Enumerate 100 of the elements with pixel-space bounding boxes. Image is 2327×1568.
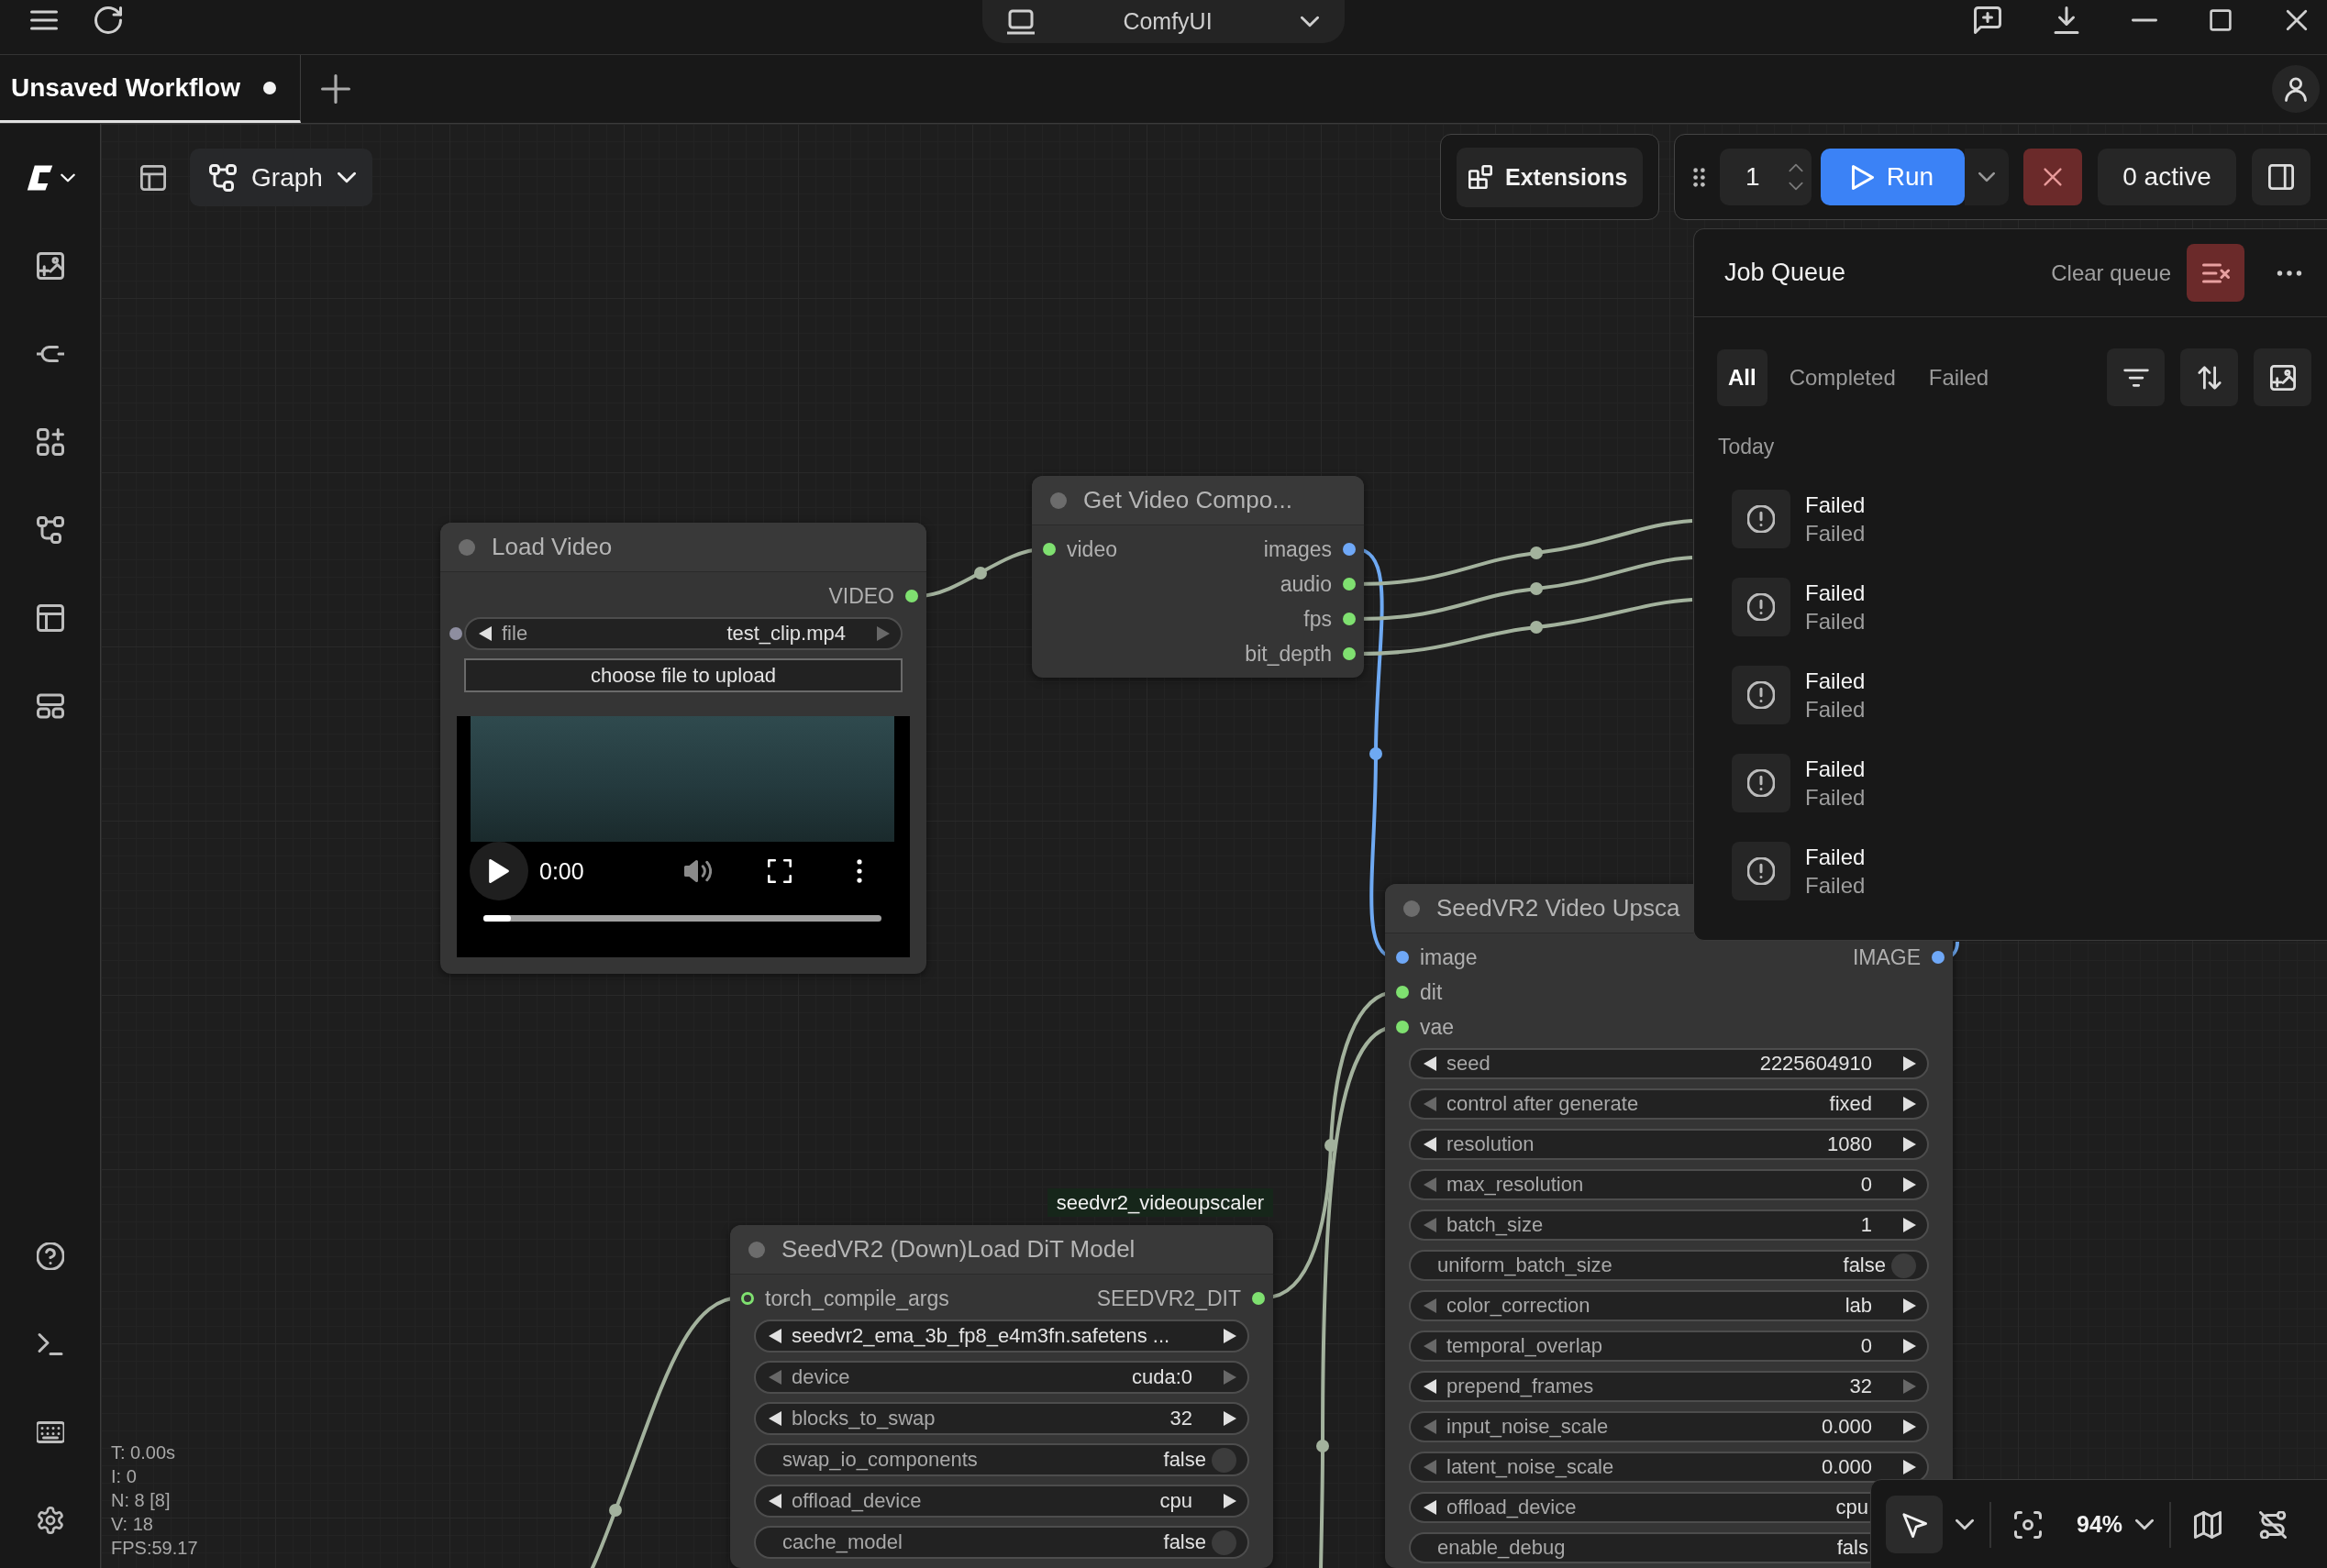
number-field[interactable]: latent_noise_scale 0.000 bbox=[1409, 1452, 1929, 1483]
decrement-arrow-icon[interactable] bbox=[769, 1411, 781, 1426]
job-title[interactable]: Failed bbox=[1805, 667, 1866, 695]
minimize-icon[interactable] bbox=[2132, 17, 2157, 23]
download-icon[interactable] bbox=[2053, 6, 2080, 34]
output-socket-icon[interactable] bbox=[1932, 951, 1945, 964]
more-vertical-icon[interactable] bbox=[856, 859, 862, 883]
increment-arrow-icon[interactable] bbox=[1903, 1177, 1916, 1192]
decrement-arrow-icon[interactable] bbox=[1424, 1056, 1436, 1071]
chevron-up-icon[interactable] bbox=[1789, 163, 1803, 172]
job-title[interactable]: Failed bbox=[1805, 755, 1866, 783]
active-jobs-button[interactable]: 0 active bbox=[2098, 149, 2236, 205]
toggle-field[interactable]: uniform_batch_size false bbox=[1409, 1250, 1929, 1281]
number-field[interactable]: seed 2225604910 bbox=[1409, 1048, 1929, 1079]
toggle-switch[interactable] bbox=[1212, 1447, 1236, 1473]
increment-arrow-icon[interactable] bbox=[1224, 1411, 1236, 1426]
job-title[interactable]: Failed bbox=[1805, 491, 1866, 519]
fullscreen-icon[interactable] bbox=[767, 859, 792, 883]
view-mode-button[interactable]: Graph bbox=[190, 149, 372, 206]
toggle-panel-button[interactable] bbox=[2252, 149, 2310, 205]
number-field[interactable]: prepend_frames 32 bbox=[1409, 1371, 1929, 1402]
terminal-icon[interactable] bbox=[36, 1331, 64, 1358]
collapse-dot-icon[interactable] bbox=[459, 538, 475, 556]
sort-button[interactable] bbox=[2180, 348, 2238, 406]
increment-arrow-icon[interactable] bbox=[1903, 1460, 1916, 1474]
decrement-arrow-icon[interactable] bbox=[1424, 1500, 1436, 1515]
zoom-level[interactable]: 94% bbox=[2077, 1511, 2123, 1538]
batch-count-field[interactable]: 1 bbox=[1720, 149, 1812, 205]
decrement-arrow-icon[interactable] bbox=[769, 1329, 781, 1343]
toggle-field[interactable]: enable_debug fals bbox=[1409, 1532, 1872, 1563]
settings-icon[interactable] bbox=[36, 1507, 64, 1534]
number-field[interactable]: input_noise_scale 0.000 bbox=[1409, 1411, 1929, 1442]
select-tool-button[interactable] bbox=[1886, 1496, 1943, 1553]
number-field[interactable]: temporal_overlap 0 bbox=[1409, 1331, 1929, 1362]
dropdown-field[interactable]: control after generate fixed bbox=[1409, 1088, 1929, 1120]
user-avatar-button[interactable] bbox=[2272, 65, 2320, 113]
filter-tab[interactable]: Completed bbox=[1778, 348, 1907, 406]
maximize-icon[interactable] bbox=[2209, 8, 2233, 32]
clear-queue-text[interactable]: Clear queue bbox=[2051, 259, 2171, 286]
map-icon[interactable] bbox=[2194, 1510, 2222, 1539]
layout-icon[interactable] bbox=[36, 604, 64, 632]
clear-queue-button[interactable] bbox=[2187, 244, 2244, 302]
collapse-dot-icon[interactable] bbox=[1050, 491, 1067, 509]
refresh-icon[interactable] bbox=[94, 6, 122, 34]
upload-button[interactable]: choose file to upload bbox=[464, 658, 903, 692]
filter-button[interactable] bbox=[2107, 348, 2165, 406]
increment-arrow-icon[interactable] bbox=[1224, 1329, 1236, 1343]
decrement-arrow-icon[interactable] bbox=[769, 1494, 781, 1508]
drag-handle-icon[interactable] bbox=[1693, 167, 1705, 187]
collapse-dot-icon[interactable] bbox=[748, 1241, 765, 1258]
dropdown-field[interactable]: seedvr2_ema_3b_fp8_e4m3fn.safetens ... bbox=[754, 1320, 1249, 1353]
cancel-button[interactable] bbox=[2023, 149, 2082, 205]
decrement-arrow-icon[interactable] bbox=[1424, 1137, 1436, 1152]
output-socket-icon[interactable] bbox=[1252, 1292, 1265, 1305]
toggle-switch[interactable] bbox=[1212, 1529, 1236, 1555]
toggle-field[interactable]: cache_model false bbox=[754, 1526, 1249, 1559]
dropdown-field[interactable]: file test_clip.mp4 bbox=[464, 617, 903, 650]
logo-icon[interactable] bbox=[25, 164, 53, 192]
node-graph-icon[interactable] bbox=[36, 516, 64, 544]
output-socket-icon[interactable] bbox=[1343, 578, 1356, 591]
apps-icon[interactable] bbox=[36, 428, 64, 456]
progress-track[interactable] bbox=[483, 915, 881, 922]
widget-socket-icon[interactable] bbox=[449, 627, 462, 640]
number-field[interactable]: max_resolution 0 bbox=[1409, 1169, 1929, 1200]
toggle-field[interactable]: swap_io_components false bbox=[754, 1443, 1249, 1476]
message-plus-icon[interactable] bbox=[1974, 6, 2001, 34]
dropdown-field[interactable]: color_correction lab bbox=[1409, 1290, 1929, 1321]
plus-icon[interactable] bbox=[321, 74, 350, 104]
input-socket-icon[interactable] bbox=[1043, 543, 1056, 556]
increment-arrow-icon[interactable] bbox=[1903, 1298, 1916, 1313]
help-icon[interactable] bbox=[36, 1242, 64, 1270]
dropdown-field[interactable]: offload_device cpu bbox=[754, 1485, 1249, 1518]
number-field[interactable]: blocks_to_swap 32 bbox=[754, 1402, 1249, 1435]
input-socket-icon[interactable] bbox=[1396, 951, 1409, 964]
volume-icon[interactable] bbox=[683, 857, 712, 885]
input-socket-icon[interactable] bbox=[1396, 986, 1409, 999]
route-slash-icon[interactable] bbox=[2259, 1510, 2288, 1539]
toggle-switch[interactable] bbox=[1891, 1253, 1916, 1278]
increment-arrow-icon[interactable] bbox=[1903, 1218, 1916, 1232]
output-socket-icon[interactable] bbox=[905, 590, 918, 602]
keyboard-icon[interactable] bbox=[36, 1419, 64, 1446]
increment-arrow-icon[interactable] bbox=[1224, 1494, 1236, 1508]
more-icon[interactable] bbox=[2277, 270, 2302, 276]
dropdown-field[interactable]: offload_device cpu bbox=[1409, 1492, 1872, 1523]
close-icon[interactable] bbox=[2284, 7, 2310, 33]
job-title[interactable]: Failed bbox=[1805, 843, 1866, 871]
extensions-button[interactable]: Extensions bbox=[1457, 147, 1643, 207]
layout-icon[interactable] bbox=[140, 164, 166, 191]
gallery-button[interactable] bbox=[2254, 348, 2311, 406]
image-sparkle-icon[interactable] bbox=[36, 252, 64, 280]
number-field[interactable]: resolution 1080 bbox=[1409, 1129, 1929, 1160]
filter-tab[interactable]: All bbox=[1717, 348, 1767, 406]
focus-icon[interactable] bbox=[2014, 1510, 2042, 1539]
template-icon[interactable] bbox=[36, 692, 64, 720]
number-field[interactable]: batch_size 1 bbox=[1409, 1209, 1929, 1241]
workspace-selector[interactable]: ComfyUI bbox=[982, 0, 1345, 43]
run-button[interactable]: Run bbox=[1821, 149, 1965, 205]
output-socket-icon[interactable] bbox=[1343, 613, 1356, 625]
increment-arrow-icon[interactable] bbox=[1903, 1419, 1916, 1434]
job-title[interactable]: Failed bbox=[1805, 579, 1866, 607]
